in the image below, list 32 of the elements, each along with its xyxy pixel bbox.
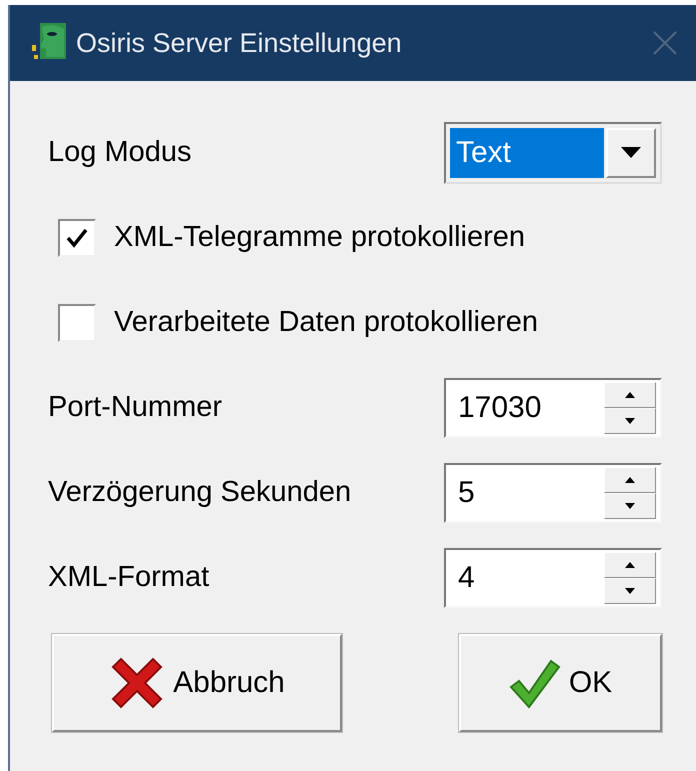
spin-down-button[interactable]	[604, 578, 656, 604]
spin-up-button[interactable]	[604, 552, 656, 578]
number-field[interactable]: 5	[444, 462, 662, 522]
dropdown[interactable]: Text	[444, 122, 662, 184]
spin-down-button[interactable]	[604, 408, 656, 434]
down-arrow-icon	[625, 502, 635, 508]
dropdown-value: Text	[450, 128, 604, 178]
down-arrow-icon	[625, 588, 635, 594]
ok-button[interactable]: OK	[459, 634, 662, 732]
field-label: XML-Format	[48, 561, 210, 594]
checkmark-icon	[66, 228, 88, 248]
checkbox-label: Verarbeitete Daten protokollieren	[114, 306, 538, 339]
spin-down-button[interactable]	[604, 492, 656, 518]
up-arrow-icon	[625, 392, 635, 398]
checkbox[interactable]	[58, 218, 96, 256]
field-label: Log Modus	[48, 136, 192, 169]
dropdown-button[interactable]	[606, 128, 656, 178]
spin-up-button[interactable]	[604, 466, 656, 492]
window-title: Osiris Server Einstellungen	[76, 28, 403, 58]
up-arrow-icon	[625, 476, 635, 482]
up-arrow-icon	[625, 562, 635, 568]
checkmark-icon	[508, 657, 561, 709]
field-label: Verzögerung Sekunden	[48, 476, 352, 509]
spin-up-button[interactable]	[604, 382, 656, 408]
caret-icon	[621, 147, 641, 158]
field-label: Port-Nummer	[48, 391, 222, 424]
number-field[interactable]: 4	[444, 548, 662, 608]
checkbox[interactable]	[58, 304, 96, 342]
number-field[interactable]: 17030	[444, 378, 662, 438]
cancel-button[interactable]: Abbruch	[52, 634, 342, 732]
down-arrow-icon	[625, 418, 635, 424]
checkbox-label: XML-Telegramme protokollieren	[114, 221, 525, 254]
